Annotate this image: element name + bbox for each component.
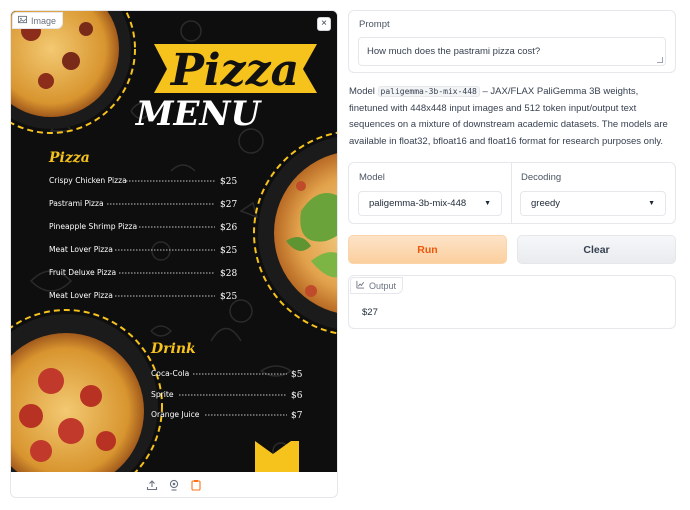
chart-icon (356, 280, 365, 291)
description-model-code: paligemma-3b-mix-448 (377, 86, 480, 97)
menu-item-name: Sprite (151, 390, 174, 399)
menu-item-price: $26 (220, 223, 237, 233)
menu-item-name: Meat Lover Pizza (49, 291, 113, 300)
decoding-dropdown-value: greedy (531, 198, 561, 209)
caret-down-icon: ▼ (648, 200, 655, 207)
menu-item-price: $25 (220, 246, 237, 256)
clear-button[interactable]: Clear (517, 235, 676, 264)
menu-item-name: Coca-Cola (151, 369, 189, 378)
menu-item-price: $25 (220, 177, 237, 187)
menu-title-pizza: Pizza (169, 45, 299, 96)
prompt-textarea[interactable]: How much does the pastrami pizza cost? (358, 37, 666, 66)
image-icon (18, 15, 27, 26)
pizza-section-heading: Pizza (48, 150, 90, 166)
menu-item-name: Crispy Chicken Pizza (49, 176, 127, 185)
image-toolbar (11, 473, 337, 497)
menu-image: Pizza MENU Pizza Crispy Chicken Pizza $2… (11, 11, 337, 472)
prompt-text: How much does the pastrami pizza cost? (367, 46, 541, 57)
drink-section-heading: Drink (150, 341, 196, 357)
menu-image-canvas: Pizza MENU Pizza Crispy Chicken Pizza $2… (11, 11, 337, 472)
upload-icon[interactable] (145, 478, 159, 492)
menu-item-price: $5 (291, 370, 303, 380)
close-image-button[interactable]: × (317, 17, 331, 31)
close-icon: × (321, 18, 327, 29)
menu-item-name: Pineapple Shrimp Pizza (49, 222, 137, 231)
image-label-text: Image (31, 15, 57, 26)
run-button[interactable]: Run (348, 235, 507, 264)
menu-item-price: $27 (220, 200, 237, 210)
menu-item-name: Meat Lover Pizza (49, 245, 113, 254)
menu-item-price: $25 (220, 292, 237, 302)
image-panel[interactable]: Image × Pizza MENU Pizza Crispy Chicken … (10, 10, 338, 498)
model-label: Model (359, 172, 385, 183)
decoding-label: Decoding (521, 172, 562, 183)
model-dropdown-value: paligemma-3b-mix-448 (369, 198, 467, 209)
clipboard-icon[interactable] (189, 478, 203, 492)
options-card: Model paligemma-3b-mix-448 ▼ Decoding gr… (348, 162, 676, 224)
options-divider (511, 163, 512, 223)
prompt-card: Prompt How much does the pastrami pizza … (348, 10, 676, 73)
menu-item-name: Pastrami Pizza (49, 199, 104, 208)
decoding-dropdown[interactable]: greedy ▼ (520, 191, 666, 216)
caret-down-icon: ▼ (484, 200, 491, 207)
model-description: Model paligemma-3b-mix-448 – JAX/FLAX Pa… (349, 84, 679, 150)
output-card: Output $27 (348, 275, 676, 329)
menu-item-name: Fruit Deluxe Pizza (49, 268, 116, 277)
output-label: Output (350, 277, 404, 294)
image-label: Image (12, 12, 64, 29)
description-prefix: Model (349, 86, 378, 97)
menu-item-price: $28 (220, 269, 237, 279)
resize-handle[interactable] (657, 57, 663, 63)
menu-item-name: Orange Juice (151, 410, 200, 419)
prompt-label: Prompt (359, 19, 390, 30)
menu-item-price: $6 (291, 391, 303, 401)
output-label-text: Output (369, 280, 397, 291)
menu-item-price: $7 (291, 411, 303, 421)
model-dropdown[interactable]: paligemma-3b-mix-448 ▼ (358, 191, 502, 216)
webcam-icon[interactable] (167, 478, 181, 492)
output-value: $27 (362, 307, 378, 318)
menu-title-menu: MENU (135, 94, 263, 134)
